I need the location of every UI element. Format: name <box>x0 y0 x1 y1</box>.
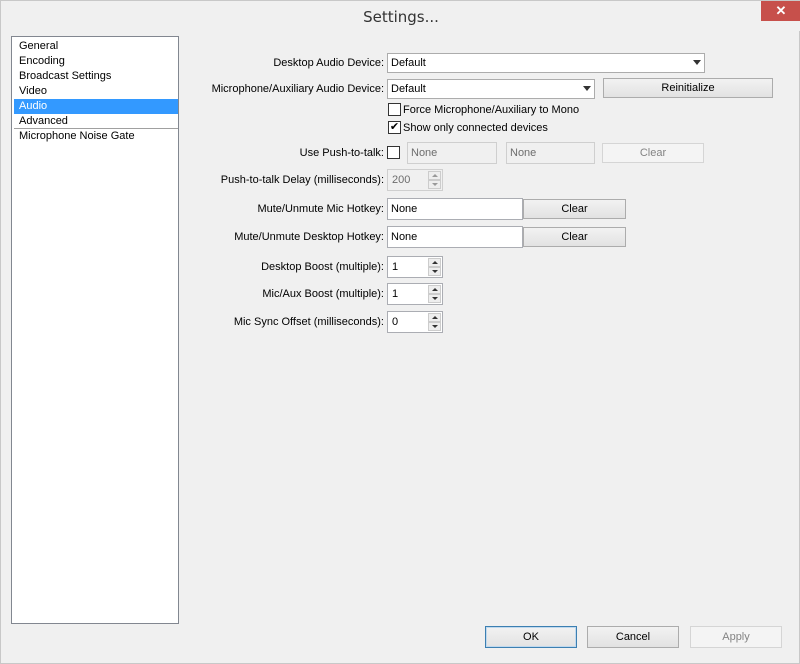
sidebar-item-microphone-noise-gate[interactable]: Microphone Noise Gate <box>14 129 178 144</box>
mic-boost-label: Mic/Aux Boost (multiple): <box>262 288 384 300</box>
sidebar-item-audio[interactable]: Audio <box>14 99 178 114</box>
spin-down-icon[interactable] <box>428 267 441 276</box>
checkmark-icon: ✔ <box>389 121 400 133</box>
sidebar-item-encoding[interactable]: Encoding <box>14 54 178 69</box>
ok-button[interactable]: OK <box>485 626 577 648</box>
mic-audio-device-label: Microphone/Auxiliary Audio Device: <box>211 83 384 95</box>
close-icon: ✕ <box>775 3 787 18</box>
spin-down-icon[interactable] <box>428 180 441 189</box>
desktop-audio-device-select[interactable]: Default <box>387 53 705 73</box>
push-to-talk-delay-label: Push-to-talk Delay (milliseconds): <box>220 174 384 186</box>
spin-down-icon[interactable] <box>428 294 441 303</box>
mute-desktop-hotkey-input[interactable]: None <box>387 226 523 248</box>
push-to-talk-delay-spinbox[interactable]: 200 <box>387 169 443 191</box>
mute-mic-clear-button[interactable]: Clear <box>523 199 626 219</box>
push-to-talk-label: Use Push-to-talk: <box>299 147 384 159</box>
spin-up-icon[interactable] <box>428 258 441 267</box>
force-mono-label: Force Microphone/Auxiliary to Mono <box>403 104 580 116</box>
mic-boost-value: 1 <box>392 288 399 300</box>
mic-sync-offset-value: 0 <box>392 316 399 328</box>
settings-category-list: General Encoding Broadcast Settings Vide… <box>11 36 179 624</box>
desktop-boost-value: 1 <box>392 261 399 273</box>
cancel-button[interactable]: Cancel <box>587 626 679 648</box>
sidebar-item-general[interactable]: General <box>14 39 178 54</box>
sidebar-item-broadcast-settings[interactable]: Broadcast Settings <box>14 69 178 84</box>
desktop-audio-device-label: Desktop Audio Device: <box>273 57 384 69</box>
push-to-talk-checkbox[interactable] <box>387 146 400 159</box>
window-title: Settings... <box>363 8 439 26</box>
show-connected-label: Show only connected devices <box>403 122 548 134</box>
push-to-talk-hotkey-2[interactable]: None <box>506 142 595 164</box>
mute-desktop-clear-button[interactable]: Clear <box>523 227 626 247</box>
desktop-audio-device-value: Default <box>391 57 426 69</box>
mic-boost-spinbox[interactable]: 1 <box>387 283 443 305</box>
show-connected-checkbox[interactable]: ✔ <box>388 121 401 134</box>
mic-audio-device-select[interactable]: Default <box>387 79 595 99</box>
spin-up-icon[interactable] <box>428 171 441 180</box>
settings-window: Settings... ✕ General Encoding Broadcast… <box>0 0 800 664</box>
sidebar-item-advanced[interactable]: Advanced <box>14 114 178 129</box>
close-button[interactable]: ✕ <box>761 1 800 21</box>
desktop-boost-spinbox[interactable]: 1 <box>387 256 443 278</box>
push-to-talk-clear-button[interactable]: Clear <box>602 143 704 163</box>
mic-sync-offset-spinbox[interactable]: 0 <box>387 311 443 333</box>
spin-up-icon[interactable] <box>428 285 441 294</box>
chevron-down-icon <box>693 60 701 65</box>
spin-down-icon[interactable] <box>428 322 441 331</box>
apply-button[interactable]: Apply <box>690 626 782 648</box>
mute-mic-hotkey-input[interactable]: None <box>387 198 523 220</box>
push-to-talk-delay-value: 200 <box>392 174 411 186</box>
title-bar: Settings... ✕ <box>1 1 800 31</box>
spin-up-icon[interactable] <box>428 313 441 322</box>
sidebar-item-video[interactable]: Video <box>14 84 178 99</box>
force-mono-checkbox[interactable] <box>388 103 401 116</box>
push-to-talk-hotkey-1[interactable]: None <box>407 142 497 164</box>
reinitialize-button[interactable]: Reinitialize <box>603 78 773 98</box>
mute-desktop-hotkey-label: Mute/Unmute Desktop Hotkey: <box>234 231 384 243</box>
mic-audio-device-value: Default <box>391 83 426 95</box>
chevron-down-icon <box>583 86 591 91</box>
desktop-boost-label: Desktop Boost (multiple): <box>261 261 384 273</box>
mute-mic-hotkey-label: Mute/Unmute Mic Hotkey: <box>257 203 384 215</box>
mic-sync-offset-label: Mic Sync Offset (milliseconds): <box>233 316 384 328</box>
